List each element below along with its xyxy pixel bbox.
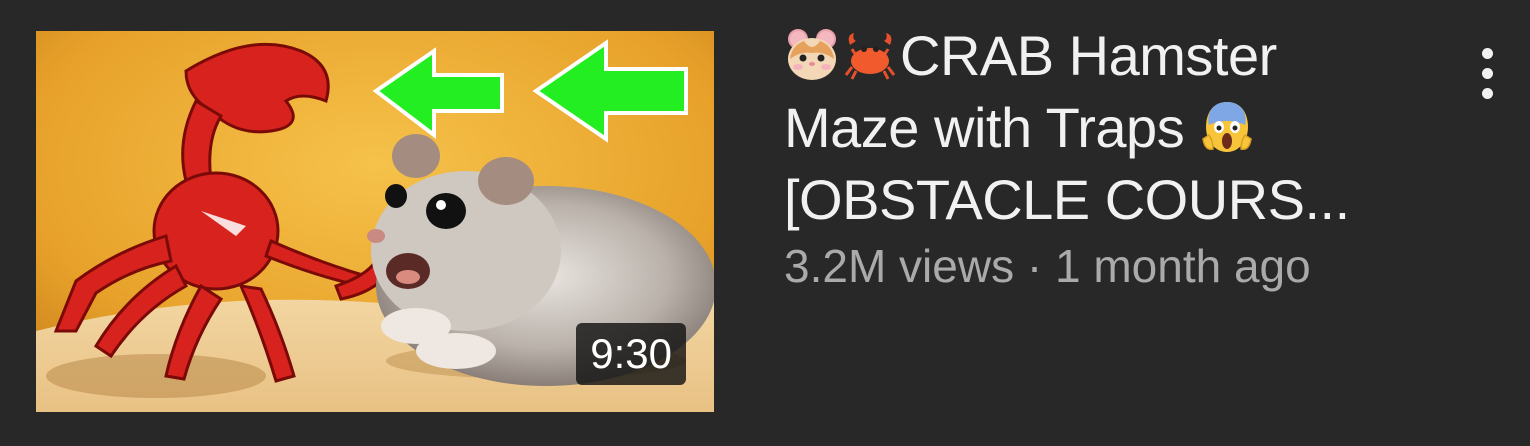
more-options-button[interactable]: [1470, 44, 1506, 104]
video-card[interactable]: 9:30 CRAB Hamster Maze with Traps [OBSTA…: [0, 0, 1530, 446]
more-vert-icon-dot: [1482, 88, 1493, 99]
more-vert-icon-dot: [1482, 48, 1493, 59]
video-thumbnail[interactable]: 9:30: [36, 31, 714, 412]
video-metadata: 3.2M views · 1 month ago: [784, 238, 1424, 294]
more-vert-icon-dot: [1482, 68, 1493, 79]
title-line-2: Maze with Traps: [784, 92, 1424, 164]
hamster-emoji-icon: [784, 27, 840, 83]
title-text-1: CRAB Hamster: [900, 24, 1277, 87]
crab-emoji-icon: [842, 27, 898, 83]
video-info[interactable]: CRAB Hamster Maze with Traps [OBSTACLE C…: [784, 20, 1424, 294]
title-line-1: CRAB Hamster: [784, 20, 1424, 92]
title-text-2: Maze with Traps: [784, 96, 1185, 159]
title-line-3: [OBSTACLE COURS...: [784, 168, 1350, 231]
video-title[interactable]: CRAB Hamster Maze with Traps [OBSTACLE C…: [784, 20, 1424, 236]
meta-separator: ·: [1026, 240, 1043, 292]
duration-badge: 9:30: [576, 323, 686, 385]
upload-age: 1 month ago: [1054, 240, 1311, 292]
view-count: 3.2M views: [784, 240, 1015, 292]
scream-emoji-icon: [1199, 99, 1255, 155]
